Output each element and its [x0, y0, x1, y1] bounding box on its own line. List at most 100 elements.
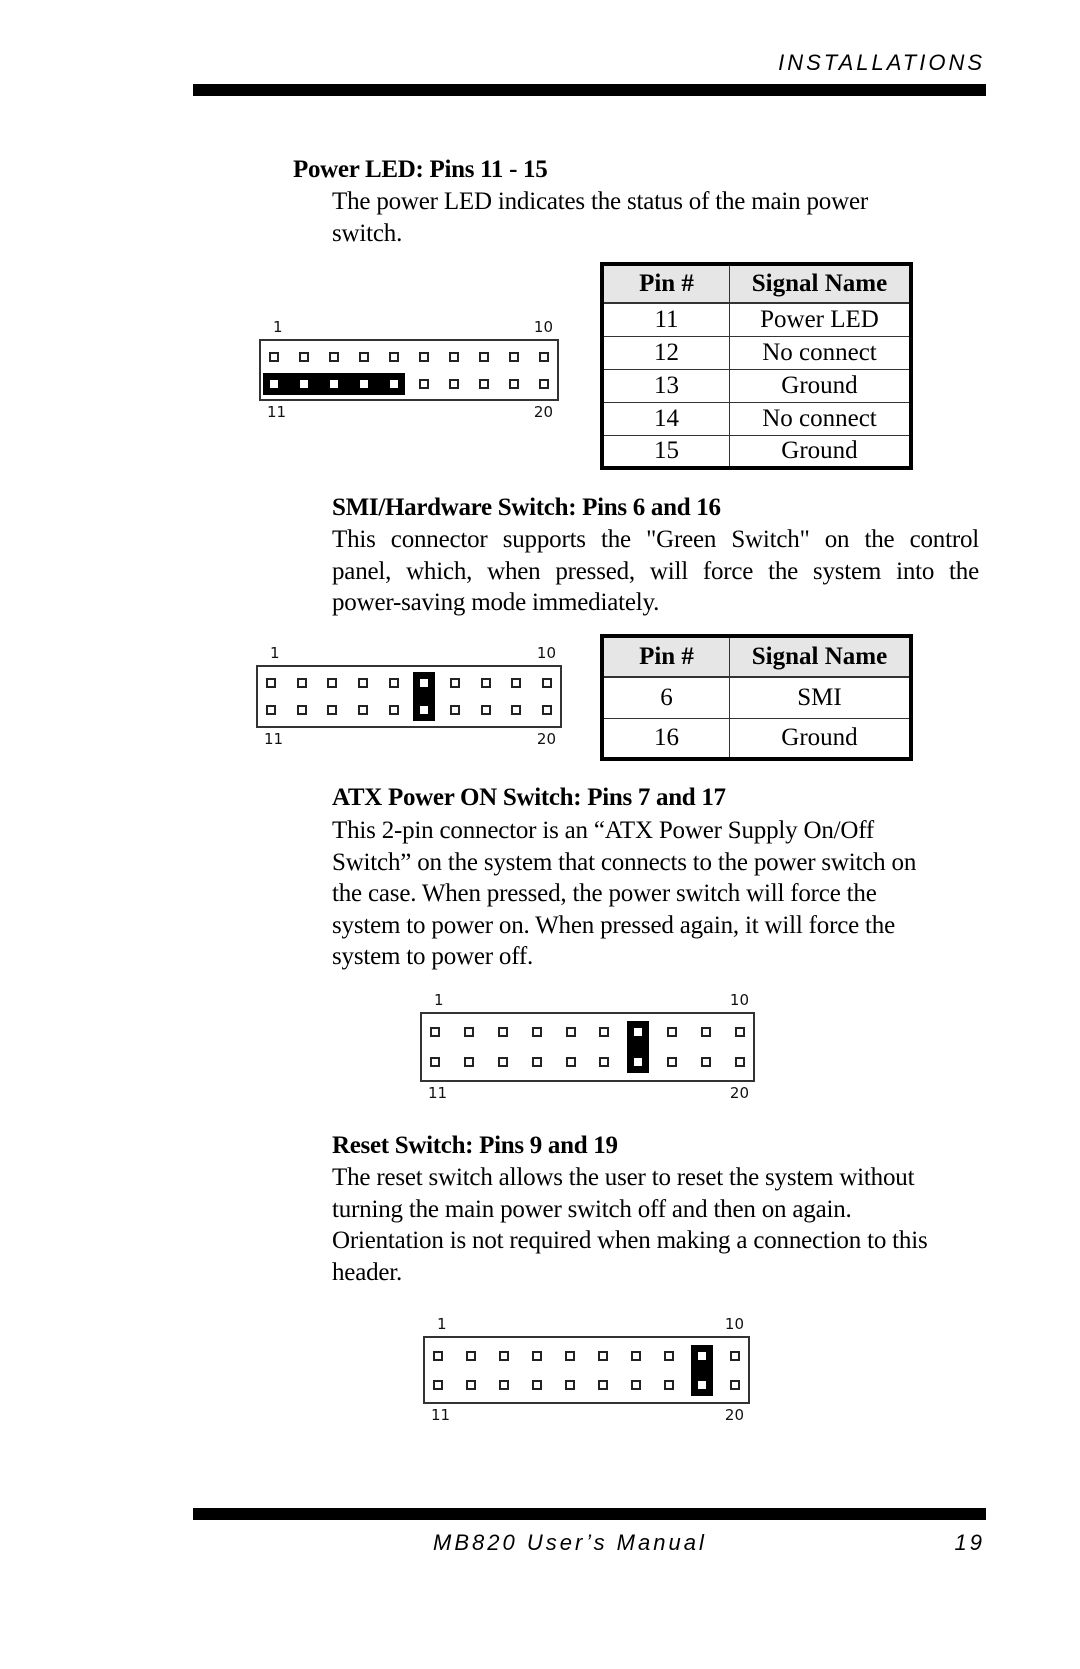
text-line: The reset switch allows the user to rese… [332, 1164, 915, 1191]
pin-20 [542, 705, 552, 716]
pin-number: 14 [601, 401, 730, 436]
pin-19 [511, 705, 522, 716]
pin-17 [449, 378, 459, 389]
pin-header-diagram-reset-switch: 1 10 11 20 [423, 1317, 750, 1427]
table-row: 11 Power LED [601, 302, 912, 337]
pin-label-top-left: 1 [273, 318, 283, 336]
pin-5 [388, 678, 399, 689]
pin-8 [664, 1350, 674, 1361]
pin-label-top-right: 10 [536, 644, 556, 662]
pin-number: 16 [601, 717, 730, 760]
pin-label-bottom-right: 20 [729, 1084, 749, 1102]
pin-16 [420, 706, 429, 715]
pin-10 [730, 1350, 740, 1361]
table-row: 13 Ground [601, 368, 912, 403]
section-text-smi-switch: This connector supports the "Green Switc… [332, 524, 979, 619]
footer-rule [193, 1508, 986, 1520]
text-line: system to power off. [332, 943, 534, 970]
pin-1 [269, 351, 279, 362]
pin-14 [360, 379, 368, 388]
text-line: header. [332, 1258, 403, 1286]
pin-16 [598, 1379, 608, 1390]
pin-number: 11 [601, 302, 730, 337]
header-rule [193, 84, 986, 96]
pin-18 [480, 705, 491, 716]
pin-19 [698, 1380, 706, 1389]
pin-17 [631, 1379, 641, 1390]
section-title-reset-switch: Reset Switch: Pins 9 and 19 [332, 1132, 618, 1159]
pin-4 [359, 351, 369, 362]
pin-9 [698, 1351, 706, 1360]
pin-number: 15 [601, 434, 730, 469]
pin-14 [532, 1379, 542, 1390]
pin-6 [419, 351, 429, 362]
column-header-pin: Pin # [601, 263, 730, 304]
pin-label-top-right: 10 [724, 1315, 744, 1333]
pin-14 [531, 1057, 542, 1068]
pin-18 [479, 378, 489, 389]
text-line: This connector supports the "Green Switc… [332, 526, 979, 553]
pin-20 [735, 1057, 745, 1068]
pin-15 [565, 1057, 576, 1068]
pin-5 [389, 351, 399, 362]
pin-label-bottom-right: 20 [536, 730, 556, 748]
pin-18 [667, 1057, 678, 1068]
table-row: 6 SMI [601, 676, 912, 719]
pin-13 [327, 705, 338, 716]
pin-13 [330, 379, 338, 388]
pin-label-top-left: 1 [270, 644, 280, 662]
pin-7 [631, 1350, 641, 1361]
pin-8 [667, 1027, 678, 1038]
pin-2 [299, 351, 309, 362]
signal-name: Power LED [729, 302, 912, 337]
pin-label-top-left: 1 [434, 991, 444, 1009]
pin-11 [266, 705, 276, 716]
pin-16 [599, 1057, 610, 1068]
text-line: panel, which, when pressed, will force t… [332, 557, 979, 585]
text-line: This 2-pin connector is an “ATX Power Su… [332, 817, 875, 844]
text-line: the case. When pressed, the power switch… [332, 880, 877, 907]
section-text-power-led: The power LED indicates the status of th… [332, 186, 868, 249]
pin-11 [433, 1379, 443, 1390]
pin-3 [499, 1350, 509, 1361]
pin-20 [539, 378, 549, 389]
pin-label-bottom-right: 20 [724, 1406, 744, 1424]
text-line: power-saving mode immediately. [332, 589, 660, 616]
footer-manual-title: MB820 User’s Manual [433, 1530, 707, 1555]
pin-6 [599, 1027, 610, 1038]
text-line: Switch” on the system that connects to t… [332, 848, 917, 876]
signal-name: No connect [729, 401, 912, 436]
section-title-smi-switch: SMI/Hardware Switch: Pins 6 and 16 [332, 494, 721, 521]
pin-13 [497, 1057, 508, 1068]
pin-4 [358, 678, 368, 689]
pin-10 [735, 1027, 745, 1038]
pin-7 [634, 1028, 643, 1037]
text-line: turning the main power switch off and th… [332, 1195, 852, 1223]
pin-16 [419, 378, 429, 389]
pin-1 [433, 1350, 443, 1361]
text-line: system to power on. When pressed again, … [332, 911, 895, 939]
pin-15 [390, 379, 398, 388]
text-line: Orientation is not required when making … [332, 1227, 928, 1254]
pin-label-bottom-left: 11 [264, 730, 284, 748]
signal-name: Ground [729, 368, 912, 403]
pin-18 [664, 1379, 674, 1390]
section-text-atx-power-switch: This 2-pin connector is an “ATX Power Su… [332, 815, 916, 973]
signal-name: Ground [729, 434, 912, 469]
text-line: switch. [332, 219, 403, 247]
pin-17 [450, 705, 460, 716]
pin-9 [511, 678, 522, 689]
pin-5 [565, 1350, 575, 1361]
pin-12 [296, 705, 307, 716]
pin-label-top-right: 10 [533, 318, 553, 336]
table-row: 15 Ground [601, 434, 912, 469]
pin-4 [532, 1350, 542, 1361]
table-row: 12 No connect [601, 335, 912, 370]
section-title-power-led: Power LED: Pins 11 - 15 [293, 156, 548, 183]
pin-table-smi-switch: Pin # Signal Name 6 SMI 16 Ground [600, 634, 913, 761]
pin-label-bottom-right: 20 [533, 403, 553, 421]
pin-label-bottom-left: 11 [428, 1084, 448, 1102]
signal-name: SMI [729, 676, 912, 719]
pin-1 [266, 678, 276, 689]
pin-2 [466, 1350, 476, 1361]
